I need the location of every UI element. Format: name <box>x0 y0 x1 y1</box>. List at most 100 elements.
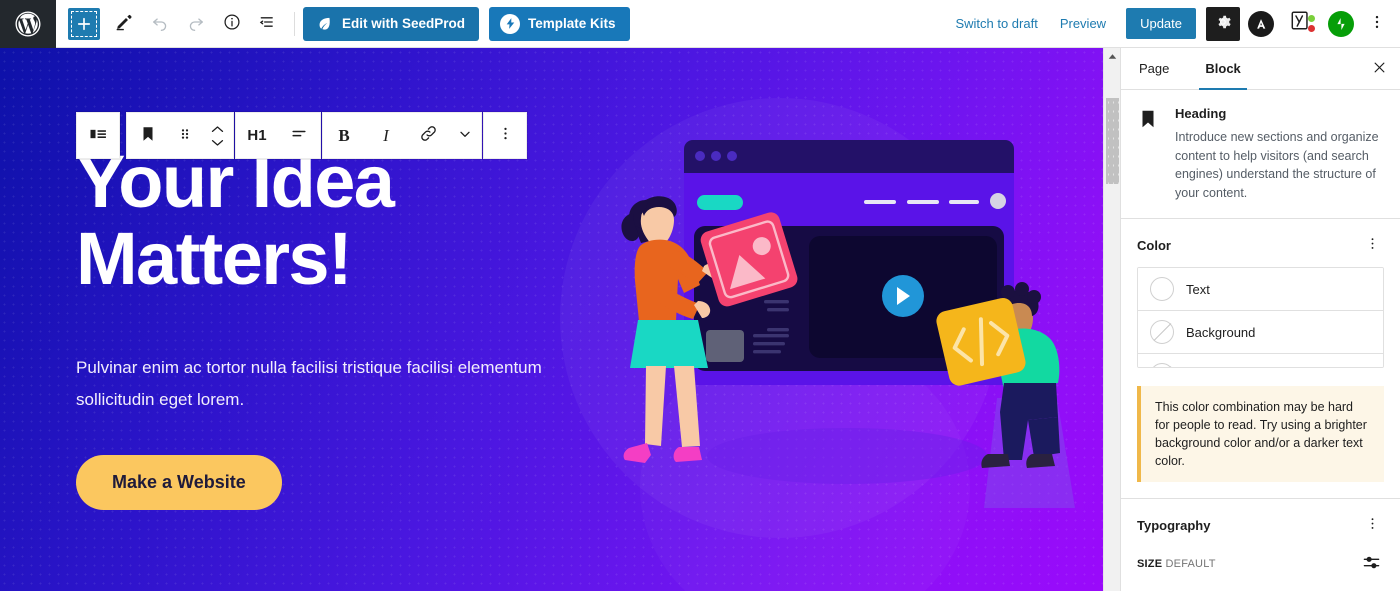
text-color-swatch[interactable] <box>1150 277 1174 301</box>
heading-level-button[interactable]: H1 <box>236 113 278 158</box>
size-key: SIZE <box>1137 558 1163 570</box>
link-icon <box>419 124 438 147</box>
aioseo-icon <box>1248 10 1274 37</box>
canvas-vertical-scrollbar[interactable] <box>1103 48 1120 591</box>
yoast-icon <box>1290 9 1312 38</box>
block-bookmark-button[interactable] <box>127 113 169 158</box>
chevron-down-icon <box>457 126 473 146</box>
list-view-icon <box>258 12 278 35</box>
bookmark-icon <box>139 125 157 147</box>
typography-size-row: SIZE DEFAULT <box>1121 545 1400 591</box>
tab-page[interactable]: Page <box>1121 48 1187 89</box>
heading-format-group: H1 <box>235 112 321 159</box>
team-building-website-illustration <box>612 108 1082 538</box>
scrollbar-thumb[interactable] <box>1106 98 1119 184</box>
more-rich-text-button[interactable] <box>449 113 481 158</box>
block-settings-sidebar: Page Block Heading Introduce new section… <box>1120 48 1400 591</box>
jetpack-icon <box>1328 10 1354 37</box>
block-type-icon <box>88 124 108 148</box>
color-options-list: Text Background Link <box>1137 267 1384 368</box>
typography-panel-title: Typography <box>1137 517 1211 533</box>
edit-with-seedprod-button[interactable]: Edit with SeedProd <box>303 6 480 41</box>
top-bar-tools: Edit with SeedProd Template Kits <box>56 6 630 42</box>
hero-content: Your Idea Matters! Pulvinar enim ac tort… <box>76 143 546 510</box>
custom-size-button[interactable] <box>1358 551 1384 577</box>
editor-canvas[interactable]: Your Idea Matters! Pulvinar enim ac tort… <box>0 48 1120 591</box>
redo-icon <box>186 12 206 35</box>
top-bar-actions: Switch to draft Preview Update <box>945 6 1400 41</box>
typography-size-label: SIZE DEFAULT <box>1137 558 1216 570</box>
heading-block-icon <box>1137 106 1161 135</box>
edit-with-seedprod-label: Edit with SeedProd <box>342 16 466 31</box>
move-block-button[interactable] <box>201 113 233 158</box>
drag-handle-button[interactable] <box>169 113 201 158</box>
block-options-group <box>483 112 527 159</box>
close-sidebar-button[interactable] <box>1358 48 1400 89</box>
add-block-button[interactable] <box>68 7 100 40</box>
link-color-swatch[interactable] <box>1150 363 1174 367</box>
more-options-button[interactable] <box>1362 7 1392 41</box>
link-button[interactable] <box>407 113 449 158</box>
color-panel-title: Color <box>1137 237 1171 253</box>
page-title[interactable]: Your Idea Matters! <box>76 143 546 300</box>
template-kits-bolt-icon <box>500 13 521 34</box>
bold-button[interactable]: B <box>323 113 365 158</box>
scrollbar-up-arrow[interactable] <box>1104 48 1120 65</box>
toolbar-divider <box>294 11 295 36</box>
tab-block[interactable]: Block <box>1187 48 1258 90</box>
jetpack-button[interactable] <box>1326 9 1356 39</box>
edit-tool-pencil-button[interactable] <box>106 6 142 42</box>
template-kits-label: Template Kits <box>528 16 616 31</box>
switch-to-draft-button[interactable]: Switch to draft <box>945 10 1047 37</box>
heading-line-2: Matters! <box>76 216 353 300</box>
block-type-group <box>76 112 120 159</box>
editor-body: Your Idea Matters! Pulvinar enim ac tort… <box>0 48 1400 591</box>
update-button[interactable]: Update <box>1126 8 1196 39</box>
color-options-button[interactable] <box>1360 233 1384 257</box>
settings-button[interactable] <box>1206 6 1240 41</box>
close-icon <box>1372 60 1387 78</box>
background-color-swatch[interactable] <box>1150 320 1174 344</box>
gear-icon <box>1214 13 1232 34</box>
preview-button[interactable]: Preview <box>1050 10 1116 37</box>
yoast-status-dot-red <box>1308 24 1315 32</box>
undo-button[interactable] <box>142 6 178 42</box>
block-title: Heading <box>1175 106 1227 121</box>
block-description: Introduce new sections and organize cont… <box>1175 130 1379 200</box>
color-row-label: Background <box>1186 324 1256 340</box>
make-a-website-button[interactable]: Make a Website <box>76 454 282 510</box>
block-options-button[interactable] <box>484 113 526 158</box>
kebab-menu-icon <box>1365 516 1380 534</box>
template-kits-button[interactable]: Template Kits <box>489 6 630 41</box>
color-row-label: Text <box>1186 281 1210 297</box>
redo-button[interactable] <box>178 6 214 42</box>
size-value: DEFAULT <box>1165 558 1216 570</box>
typography-options-button[interactable] <box>1360 513 1384 537</box>
scrollbar-thumb-grip <box>1106 98 1119 184</box>
details-info-button[interactable] <box>214 6 250 42</box>
seedprod-leaf-icon <box>314 14 334 34</box>
block-toolbar: H1 B I <box>76 112 527 159</box>
typography-panel-header: Typography <box>1121 499 1400 545</box>
list-view-button[interactable] <box>250 6 286 42</box>
edit-tool-pencil-icon <box>114 12 134 35</box>
hero-paragraph[interactable]: Pulvinar enim ac tortor nulla facilisi t… <box>76 352 546 417</box>
color-row-link[interactable]: Link <box>1138 353 1383 367</box>
italic-button[interactable]: I <box>365 113 407 158</box>
yoast-seo-button[interactable] <box>1286 11 1316 37</box>
drag-handle-icon <box>177 126 193 146</box>
sidebar-tabs: Page Block <box>1121 48 1400 90</box>
contrast-warning-notice: This color combination may be hard for p… <box>1137 385 1384 483</box>
color-row-background[interactable]: Background <box>1138 310 1383 353</box>
align-text-icon <box>289 124 309 148</box>
move-arrows-icon <box>210 125 225 147</box>
aioseo-button[interactable] <box>1246 9 1276 39</box>
color-row-text[interactable]: Text <box>1138 268 1383 310</box>
block-type-button[interactable] <box>77 113 119 158</box>
wordpress-logo-button[interactable] <box>0 0 56 48</box>
kebab-menu-icon <box>1368 13 1386 34</box>
align-text-button[interactable] <box>278 113 320 158</box>
block-options-kebab-icon <box>497 125 514 146</box>
rich-text-group: B I <box>322 112 482 159</box>
yoast-status-dot-green <box>1308 14 1315 22</box>
